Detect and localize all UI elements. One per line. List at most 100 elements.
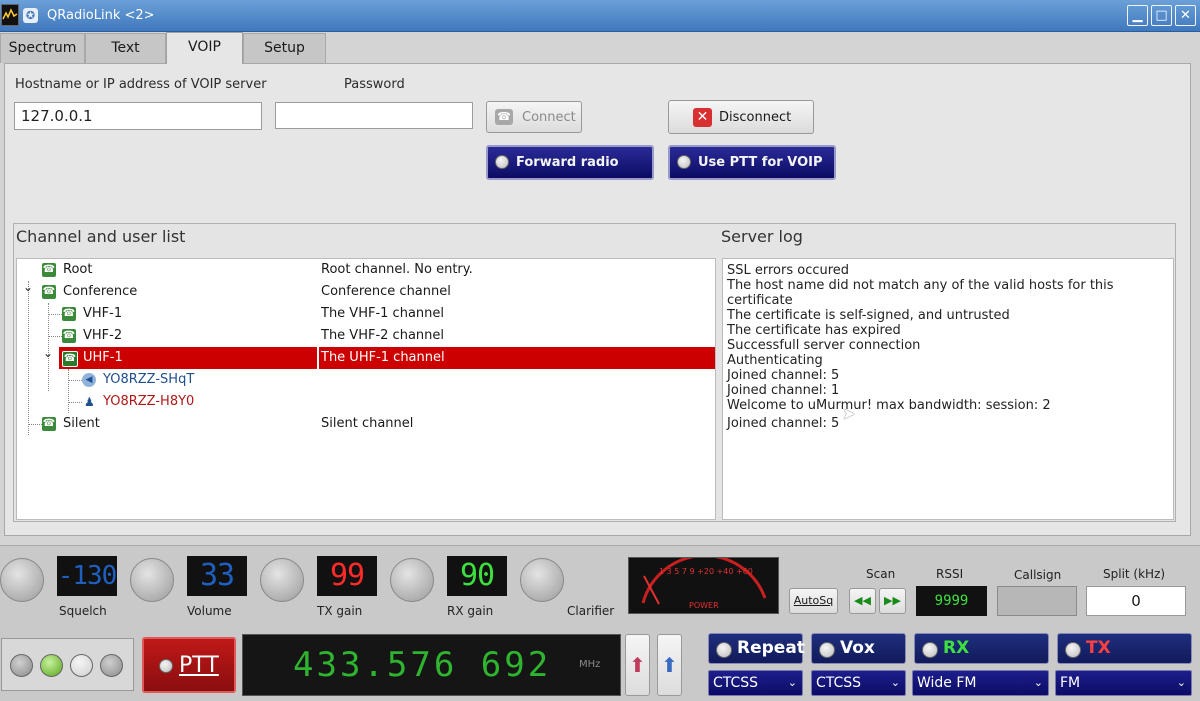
log-line: Joined channel: 1	[727, 383, 840, 398]
log-line: Joined channel: 5	[727, 368, 840, 383]
tree-row-conference[interactable]: ⌄ ☎ Conference Conference channel	[17, 280, 715, 303]
tab-spectrum[interactable]: Spectrum	[0, 33, 85, 63]
expand-chevron-icon[interactable]: ⌄	[43, 342, 53, 364]
volume-label: Volume	[187, 604, 232, 618]
tab-setup[interactable]: Setup	[243, 33, 326, 63]
scan-forward-button[interactable]: ▶▶	[879, 588, 906, 614]
squelch-label: Squelch	[59, 604, 107, 618]
rx-gain-knob[interactable]	[390, 558, 434, 602]
ptt-led	[159, 659, 173, 673]
tree-row-user-shqt[interactable]: ◀ YO8RZZ-SHqT	[17, 369, 715, 391]
disconnect-icon: ✕	[693, 108, 712, 127]
rx-mode-select[interactable]: Wide FM ⌄	[912, 670, 1049, 696]
chevron-down-icon: ⌄	[1176, 676, 1186, 689]
connect-button[interactable]: ☎ Connect	[486, 101, 582, 133]
expand-chevron-icon[interactable]: ⌄	[23, 276, 33, 298]
channel-icon: ☎	[42, 263, 56, 277]
callsign-display	[997, 586, 1077, 616]
tree-row-vhf2[interactable]: ☎ VHF-2 The VHF-2 channel	[17, 325, 715, 347]
status-led-1	[10, 654, 33, 677]
log-line: Successfull server connection	[727, 338, 921, 353]
freq-up-blue-button[interactable]: ⬆	[657, 634, 682, 696]
power-meter: 1 3 5 7 9 +20 +40 +60 POWER	[628, 557, 779, 614]
log-line: Welcome to uMurmur! max bandwidth: sessi…	[727, 398, 1051, 413]
ctcss-rx-select[interactable]: CTCSS ⌄	[811, 670, 906, 696]
column-divider	[317, 347, 319, 369]
rx-led	[922, 642, 938, 658]
status-led-panel	[1, 638, 134, 691]
channel-user-tree[interactable]: ☎ Root Root channel. No entry. ⌄ ☎ Confe…	[16, 258, 716, 520]
channel-list-header: Channel and user list	[16, 227, 186, 246]
clarifier-knob[interactable]	[520, 558, 564, 602]
frequency-display[interactable]: 433.576 692 MHz	[242, 634, 621, 696]
freq-up-red-button[interactable]: ⬆	[625, 634, 650, 696]
minimize-button[interactable]: ▁	[1127, 5, 1148, 26]
channel-icon: ☎	[62, 329, 76, 343]
ctcss-tx-select[interactable]: CTCSS ⌄	[708, 670, 803, 696]
tree-row-uhf1[interactable]: ⌄ ☎ UHF-1 The UHF-1 channel	[17, 346, 715, 369]
channel-icon: ☎	[42, 417, 56, 431]
app-icon	[1, 4, 19, 26]
password-field[interactable]	[275, 102, 473, 129]
ptt-button[interactable]: PTT	[142, 637, 236, 693]
chevron-down-icon: ⌄	[890, 676, 900, 689]
host-label: Hostname or IP address of VOIP server	[15, 77, 267, 92]
scan-label: Scan	[866, 567, 896, 581]
window-menu-icon[interactable]: ✪	[23, 8, 38, 23]
rssi-label: RSSI	[936, 567, 964, 581]
window-title: QRadioLink <2>	[47, 8, 155, 23]
status-led-4	[100, 654, 123, 677]
server-log-view[interactable]: SSL errors occured The host name did not…	[722, 258, 1174, 520]
log-line: The certificate has expired	[727, 323, 901, 338]
server-log-header: Server log	[721, 227, 803, 246]
channel-icon: ☎	[42, 285, 56, 299]
phone-icon: ☎	[495, 109, 513, 125]
rssi-display: 9999	[916, 586, 987, 616]
disconnect-button[interactable]: ✕ Disconnect	[668, 100, 814, 134]
split-input[interactable]: 0	[1086, 586, 1186, 616]
vox-led	[819, 642, 835, 658]
volume-knob[interactable]	[130, 558, 174, 602]
status-led-2	[40, 654, 63, 677]
tab-voip[interactable]: VOIP	[166, 32, 243, 64]
user-talking-icon: ◀	[82, 373, 96, 387]
scan-back-button[interactable]: ◀◀	[849, 588, 876, 614]
repeat-led	[716, 642, 732, 658]
split-label: Split (kHz)	[1103, 567, 1166, 581]
tx-gain-knob[interactable]	[260, 558, 304, 602]
host-input[interactable]: 127.0.0.1	[14, 102, 262, 130]
user-icon: ♟	[84, 395, 95, 409]
tx-toggle[interactable]: TX	[1057, 633, 1192, 664]
tree-row-silent[interactable]: ☎ Silent Silent channel	[17, 413, 715, 435]
forward-radio-toggle[interactable]: Forward radio	[486, 145, 654, 180]
squelch-lcd: -130	[57, 556, 117, 596]
channel-icon: ☎	[62, 307, 76, 321]
mouse-cursor-icon: ➤	[842, 404, 856, 423]
clarifier-label: Clarifier	[567, 604, 615, 618]
maximize-button[interactable]: □	[1151, 5, 1172, 26]
squelch-knob[interactable]	[0, 558, 44, 602]
tree-row-vhf1[interactable]: ☎ VHF-1 The VHF-1 channel	[17, 303, 715, 325]
callsign-label: Callsign	[1014, 568, 1062, 582]
tab-text[interactable]: Text	[85, 33, 166, 63]
rx-toggle[interactable]: RX	[914, 633, 1049, 664]
chevron-down-icon: ⌄	[1033, 676, 1043, 689]
use-ptt-led	[677, 155, 691, 169]
tx-led	[1065, 642, 1081, 658]
password-label: Password	[344, 77, 405, 92]
tree-row-root[interactable]: ☎ Root Root channel. No entry.	[17, 259, 715, 281]
tree-row-user-h8y0[interactable]: ♟ YO8RZZ-H8Y0	[17, 391, 715, 413]
tx-mode-select[interactable]: FM ⌄	[1055, 670, 1192, 696]
log-line: Authenticating	[727, 353, 823, 368]
repeat-toggle[interactable]: Repeat	[708, 633, 805, 664]
log-line: Joined channel: 5	[727, 416, 840, 431]
rx-gain-label: RX gain	[447, 604, 494, 618]
status-led-3	[70, 654, 93, 677]
autosq-button[interactable]: AutoSq	[789, 588, 838, 614]
vox-toggle[interactable]: Vox	[811, 633, 906, 664]
use-ptt-voip-toggle[interactable]: Use PTT for VOIP	[668, 145, 836, 180]
channel-icon: ☎	[62, 351, 78, 367]
log-line: SSL errors occured	[727, 263, 850, 278]
close-button[interactable]: ✕	[1175, 5, 1196, 26]
title-bar	[0, 0, 1200, 32]
